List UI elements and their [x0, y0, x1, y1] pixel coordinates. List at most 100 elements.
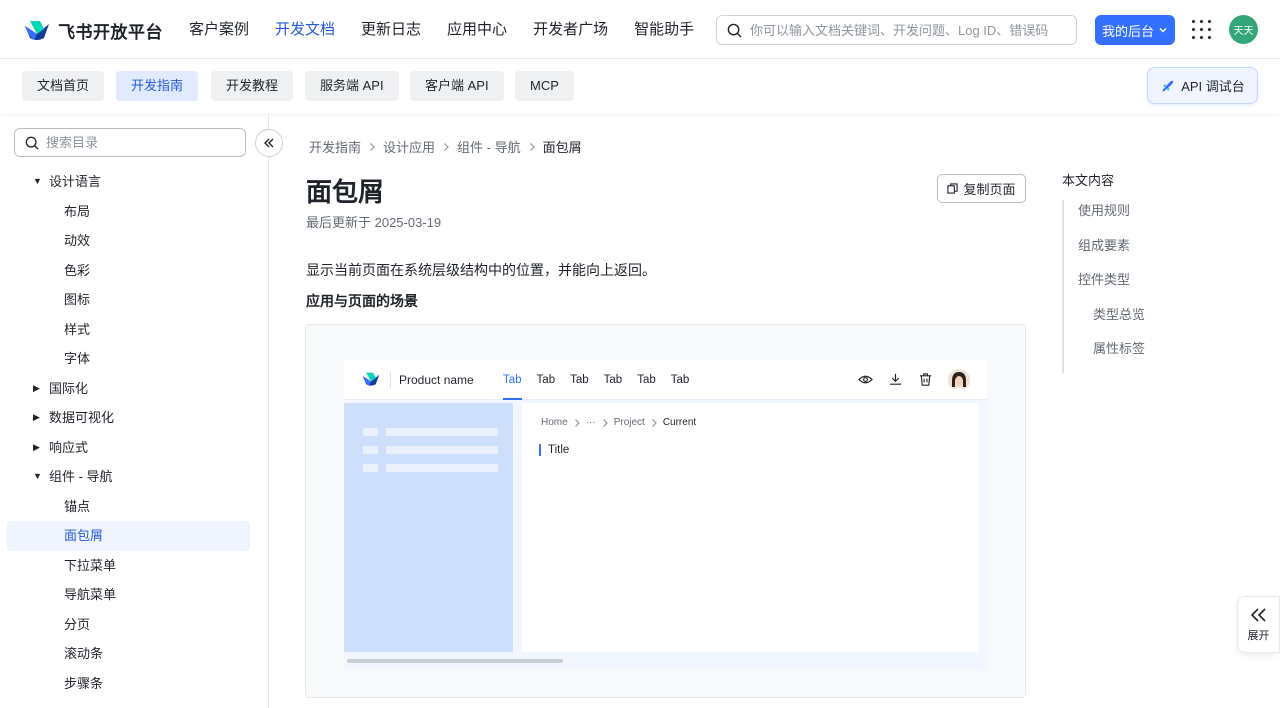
nav-item[interactable]: 开发者广场 [520, 0, 621, 59]
logo-text: 飞书开放平台 [58, 23, 163, 42]
demo-logo-icon [362, 372, 380, 386]
breadcrumb-demo-figure: Product name Tab Tab Tab Tab Tab Tab Home ··· P… [305, 324, 1026, 698]
sidebar-item[interactable]: 布局 [0, 197, 268, 227]
toc-item[interactable]: 组成要素 [1064, 235, 1262, 270]
sidebar-item-label: 布局 [64, 203, 91, 219]
caret-right-icon: ▶ [33, 441, 40, 452]
demo-product-name: Product name [399, 373, 474, 387]
trash-icon [919, 373, 932, 386]
chevron-right-icon [370, 142, 375, 151]
collapse-sidebar-button[interactable] [255, 129, 283, 157]
chevron-right-icon [529, 142, 535, 151]
demo-content: Home ··· Project Current Title [522, 403, 979, 652]
caret-down-icon: ▼ [33, 176, 42, 186]
subtab[interactable]: 开发教程 [211, 71, 294, 101]
demo-header: Product name Tab Tab Tab Tab Tab Tab [344, 360, 987, 400]
sidebar-item[interactable]: 图标 [0, 285, 268, 315]
search-box[interactable] [716, 15, 1077, 45]
toc-item[interactable]: 属性标签 [1064, 338, 1262, 373]
breadcrumb-item[interactable]: 开发指南 [309, 137, 361, 156]
sidebar-item[interactable]: 锚点 [0, 492, 268, 522]
demo-breadcrumb-item: Project [613, 417, 645, 428]
nav-item[interactable]: 客户案例 [176, 0, 262, 59]
nav-item[interactable]: 智能助手 [621, 0, 707, 59]
sidebar-item-label: 响应式 [49, 439, 89, 455]
sidebar-item[interactable]: 字体 [0, 344, 268, 374]
sidebar-item-label: 下拉菜单 [64, 557, 117, 573]
api-console-label: API 调试台 [1181, 79, 1245, 94]
nav-item[interactable]: 开发文档 [262, 0, 348, 59]
demo-tab: Tab [637, 374, 656, 386]
chevron-right-icon [574, 418, 580, 427]
sidebar-item-label: 分页 [64, 616, 91, 632]
sidebar-item-label: 导航菜单 [64, 587, 117, 602]
catalog-search-box[interactable] [14, 128, 246, 157]
breadcrumb: 开发指南 设计应用 组件 - 导航 面包屑 [309, 137, 582, 156]
sidebar-item[interactable]: ▶ 国际化 [0, 374, 268, 404]
my-console-label: 我的后台 [1101, 23, 1154, 39]
toc-item[interactable]: 控件类型 [1064, 269, 1262, 304]
sidebar-item-label: 设计语言 [49, 174, 102, 189]
api-console-button[interactable]: API 调试台 [1147, 67, 1258, 104]
subtab[interactable]: 文档首页 [22, 71, 105, 101]
copy-page-button[interactable]: 复制页面 [937, 174, 1026, 203]
nav-item[interactable]: 应用中心 [434, 0, 520, 59]
sidebar-item[interactable]: ▶ 数据可视化 [0, 403, 268, 433]
sidebar-item-label: 字体 [64, 351, 91, 366]
catalog-tree: ▼ 设计语言 布局 动效 色彩 图标 样式 字体 ▶ 国际化 ▶ 数据可视化 ▶ 响应式 ▼ 组件 - 导航锚… [0, 167, 268, 698]
rocket-icon [1162, 80, 1174, 92]
caret-down-icon: ▼ [33, 471, 42, 481]
top-navigation: 飞书开放平台 客户案例开发文档更新日志应用中心开发者广场智能助手 我的后台 天天 [0, 0, 1280, 59]
demo-scrollbar [347, 659, 563, 663]
toc-item[interactable]: 使用规则 [1064, 200, 1262, 235]
expand-label: 展开 [1247, 629, 1270, 642]
subtab[interactable]: MCP [515, 71, 574, 101]
toc-item[interactable]: 类型总览 [1064, 304, 1262, 339]
sidebar-item-label: 国际化 [49, 380, 89, 396]
demo-breadcrumb: Home ··· Project Current [541, 417, 696, 428]
sidebar-item[interactable]: 面包屑 [7, 521, 250, 551]
sidebar-item-label: 锚点 [64, 498, 91, 514]
sidebar-item[interactable]: ▶ 响应式 [0, 433, 268, 463]
apps-grid-icon[interactable] [1192, 20, 1211, 39]
doc-subnav: 文档首页 开发指南 开发教程 服务端 API 客户端 API MCP API 调试台 [0, 59, 1280, 113]
page-description: 显示当前页面在系统层级结构中的位置，并能向上返回。 [306, 262, 656, 278]
sidebar-item[interactable]: 分页 [0, 610, 268, 640]
sidebar-item[interactable]: 色彩 [0, 256, 268, 286]
chevron-right-icon [651, 418, 657, 427]
breadcrumb-item[interactable]: 设计应用 [383, 137, 435, 156]
copy-page-label: 复制页面 [963, 182, 1016, 197]
subtab[interactable]: 客户端 API [410, 71, 504, 101]
sidebar-item-label: 色彩 [64, 262, 91, 278]
sidebar-item[interactable]: 步骤条 [0, 669, 268, 699]
sidebar-item[interactable]: 动效 [0, 226, 268, 256]
subtab[interactable]: 开发指南 [116, 71, 199, 101]
catalog-search-input[interactable] [46, 135, 226, 150]
demo-avatar [948, 369, 970, 391]
sidebar-item[interactable]: 下拉菜单 [0, 551, 268, 581]
my-console-button[interactable]: 我的后台 [1095, 15, 1175, 45]
caret-right-icon: ▶ [33, 412, 40, 422]
demo-toolbar [858, 372, 933, 387]
demo-breadcrumb-item: ··· [585, 417, 596, 428]
double-chevron-left-icon [264, 138, 274, 148]
breadcrumb-item: 面包屑 [542, 140, 582, 155]
user-avatar[interactable]: 天天 [1229, 15, 1258, 44]
demo-divider [390, 372, 391, 388]
sidebar-item[interactable]: 样式 [0, 315, 268, 345]
expand-button[interactable]: 展开 [1237, 596, 1280, 653]
chevron-right-icon [602, 418, 608, 427]
nav-item[interactable]: 更新日志 [348, 0, 434, 59]
sidebar-item[interactable]: ▼ 设计语言 [0, 167, 268, 197]
page-title: 面包屑 [306, 177, 385, 207]
breadcrumb-item[interactable]: 组件 - 导航 [457, 137, 521, 156]
sidebar-item[interactable]: 滚动条 [0, 639, 268, 669]
chevron-right-icon [444, 142, 449, 151]
sidebar-item[interactable]: ▼ 组件 - 导航 [0, 462, 268, 492]
sidebar-item[interactable]: 导航菜单 [0, 580, 268, 610]
search-input[interactable] [750, 22, 1070, 38]
sidebar-item-label: 组件 - 导航 [49, 469, 113, 484]
logo[interactable]: 飞书开放平台 [24, 18, 163, 43]
demo-breadcrumb-item: Current [662, 417, 697, 428]
subtab[interactable]: 服务端 API [305, 71, 399, 101]
